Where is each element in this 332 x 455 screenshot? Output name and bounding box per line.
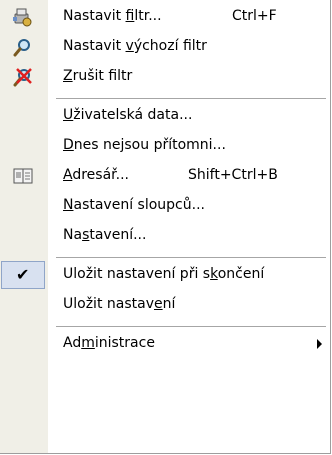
filter-set-icon [12, 7, 34, 27]
shortcut-label: Shift+Ctrl+B [188, 167, 278, 183]
search-magnifier-icon [12, 37, 34, 57]
menu-item-cancel-filter[interactable]: Zrušit filtr [0, 62, 330, 92]
menu-separator [56, 326, 326, 327]
menu-item-save-settings[interactable]: Uložit nastavení [0, 290, 330, 320]
menu-item-administration[interactable]: Administrace [0, 329, 330, 359]
menu-separator [56, 257, 326, 258]
menu-item-address-book[interactable]: Adresář... Shift+Ctrl+B [0, 161, 330, 191]
menu-item-set-default-filter[interactable]: Nastavit výchozí filtr [0, 32, 330, 62]
checkmark-icon: ✔ [16, 265, 30, 284]
cancel-filter-icon [12, 67, 34, 87]
menu-item-user-data[interactable]: Uživatelská data... [0, 101, 330, 131]
menu-item-absent-today[interactable]: Dnes nejsou přítomni... [0, 131, 330, 161]
menu-separator [56, 98, 326, 99]
menu-item-column-settings[interactable]: Nastavení sloupců... [0, 191, 330, 221]
submenu-arrow-icon [317, 339, 322, 349]
shortcut-label: Ctrl+F [232, 8, 277, 24]
checked-indicator: ✔ [1, 261, 45, 289]
menu-item-save-settings-on-exit[interactable]: ✔ Uložit nastavení při skončení [0, 260, 330, 290]
menu-item-set-filter[interactable]: Nastavit filtr... Ctrl+F [0, 2, 330, 32]
context-menu: Nastavit filtr... Ctrl+F Nastavit výchoz… [0, 0, 331, 454]
address-book-icon [12, 166, 34, 186]
menu-item-settings[interactable]: Nastavení... [0, 221, 330, 251]
